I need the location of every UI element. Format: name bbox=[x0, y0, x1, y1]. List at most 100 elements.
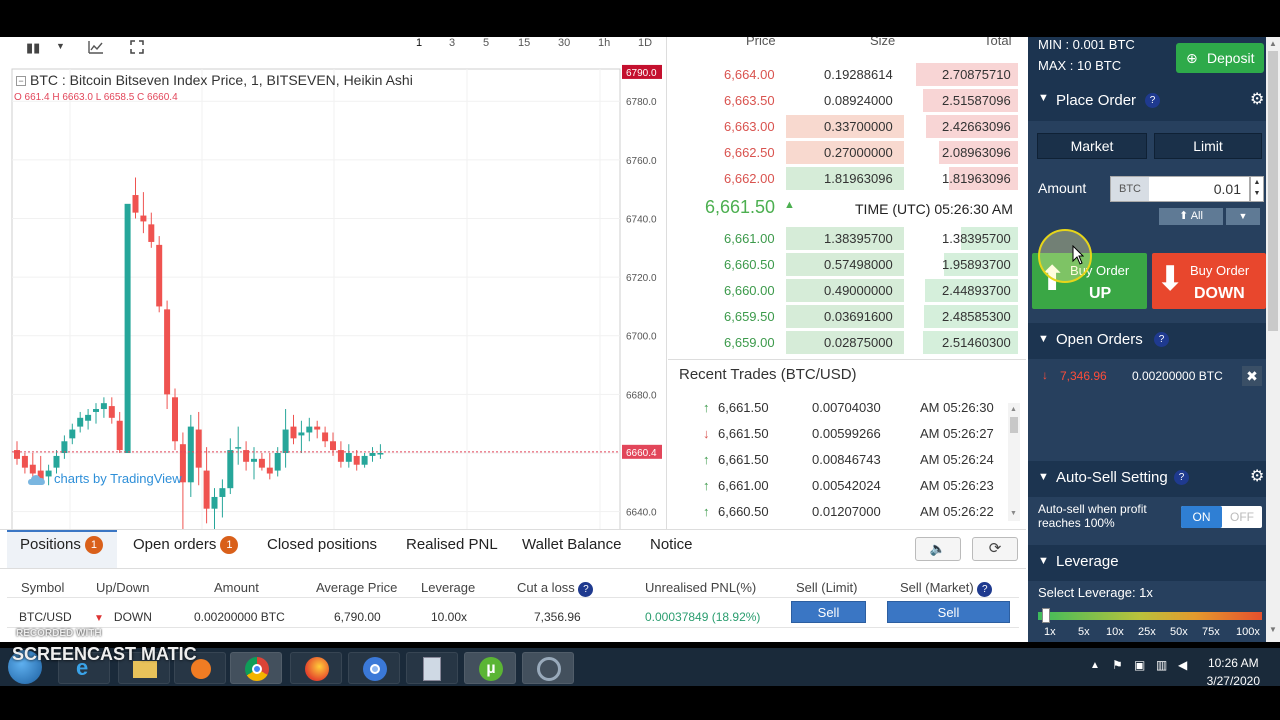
auto-sell-header[interactable]: ▼ Auto-Sell Setting ? ⚙ bbox=[1028, 461, 1266, 497]
ask-row[interactable]: 6,664.00 0.19288614 2.70875710 bbox=[668, 61, 1018, 87]
candle-body bbox=[298, 432, 305, 436]
tab-realised-pnl[interactable]: Realised PNL bbox=[406, 536, 498, 553]
ask-row[interactable]: 6,662.50 0.27000000 2.08963096 bbox=[668, 139, 1018, 165]
col-symbol: Symbol bbox=[21, 580, 65, 595]
leverage-tick[interactable]: 100x bbox=[1236, 626, 1260, 638]
tradingview-brand[interactable]: charts by TradingView bbox=[26, 471, 182, 486]
clock-time: 10:26 AM bbox=[1207, 656, 1259, 670]
bid-row[interactable]: 6,660.00 0.49000000 2.44893700 bbox=[668, 277, 1018, 303]
place-order-body: Market Limit Amount BTC 0.01 ▲ ▼ ⬆ All ▼ … bbox=[1028, 121, 1266, 323]
bid-row[interactable]: 6,659.50 0.03691600 2.48585300 bbox=[668, 303, 1018, 329]
candle-body bbox=[108, 406, 115, 418]
price-axis-label: 6720.0 bbox=[626, 273, 657, 284]
scroll-thumb[interactable] bbox=[1010, 417, 1018, 433]
refresh-button[interactable]: ⟳ bbox=[972, 537, 1018, 561]
chevron-down-icon: ▼ bbox=[1038, 92, 1049, 104]
leverage-tick[interactable]: 50x bbox=[1170, 626, 1188, 638]
candle-style-icon[interactable]: ▮▮ bbox=[26, 40, 40, 56]
timeframe-1d[interactable]: 1D bbox=[638, 37, 652, 49]
screencast-icon[interactable] bbox=[522, 652, 574, 684]
buy-down-button[interactable]: ⬇ Buy Order DOWN bbox=[1152, 253, 1266, 309]
ask-row[interactable]: 6,663.00 0.33700000 2.42663096 bbox=[668, 113, 1018, 139]
timeframe-3[interactable]: 3 bbox=[449, 37, 455, 49]
leverage-slider[interactable] bbox=[1038, 612, 1262, 620]
auto-sell-toggle[interactable]: ON OFF bbox=[1181, 506, 1262, 528]
network-icon[interactable]: ▥ bbox=[1156, 658, 1167, 672]
cloud-icon bbox=[28, 474, 45, 485]
chromium-icon[interactable] bbox=[348, 652, 400, 684]
sound-button[interactable]: 🔈 bbox=[915, 537, 961, 561]
gear-icon[interactable]: ⚙ bbox=[1250, 466, 1264, 486]
collapse-icon[interactable]: − bbox=[16, 76, 26, 86]
cell-symbol: BTC/USD bbox=[19, 610, 72, 624]
all-button[interactable]: ⬆ All bbox=[1159, 208, 1223, 225]
help-icon[interactable]: ? bbox=[1174, 470, 1189, 485]
chrome-icon[interactable] bbox=[230, 652, 282, 684]
deposit-label: Deposit bbox=[1207, 50, 1255, 66]
window-icon[interactable]: ▣ bbox=[1134, 658, 1145, 672]
deposit-button[interactable]: ⊕ Deposit bbox=[1176, 43, 1264, 73]
calculator-icon[interactable] bbox=[406, 652, 458, 684]
ask-row[interactable]: 6,663.50 0.08924000 2.51587096 bbox=[668, 87, 1018, 113]
toggle-on: ON bbox=[1181, 506, 1222, 528]
flag-icon[interactable]: ⚑ bbox=[1112, 658, 1123, 672]
tab-wallet-balance[interactable]: Wallet Balance bbox=[522, 536, 622, 553]
recent-trades-scrollbar[interactable]: ▲ ▼ bbox=[1008, 403, 1020, 521]
place-order-header[interactable]: ▼ Place Order ? ⚙ bbox=[1028, 83, 1266, 119]
trade-row: ↑ 6,661.00 0.00542024 AM 05:26:23 bbox=[668, 472, 1018, 498]
tab-open-orders[interactable]: Open orders 1 bbox=[133, 536, 239, 554]
amount-stepper[interactable]: ▲ ▼ bbox=[1250, 176, 1264, 202]
amount-dropdown[interactable]: ▼ bbox=[1226, 208, 1260, 225]
utorrent-icon[interactable]: µ bbox=[464, 652, 516, 684]
leverage-handle[interactable] bbox=[1042, 608, 1050, 623]
indicators-icon[interactable] bbox=[88, 40, 104, 57]
bid-row[interactable]: 6,660.50 0.57498000 1.95893700 bbox=[668, 251, 1018, 277]
bid-row[interactable]: 6,659.00 0.02875000 2.51460300 bbox=[668, 329, 1018, 355]
leverage-header[interactable]: ▼ Leverage bbox=[1028, 545, 1266, 581]
leverage-tick[interactable]: 25x bbox=[1138, 626, 1156, 638]
close-icon[interactable]: ✖ bbox=[1242, 366, 1262, 386]
leverage-tick[interactable]: 10x bbox=[1106, 626, 1124, 638]
ask-price: 6,662.50 bbox=[724, 145, 775, 160]
help-icon[interactable]: ? bbox=[1154, 332, 1169, 347]
sell-market-button[interactable]: Sell bbox=[887, 601, 1010, 623]
leverage-tick[interactable]: 1x bbox=[1044, 626, 1056, 638]
price-chart[interactable]: 6780.0 6760.0 6740.0 6720.0 6700.0 6680.0 6660… bbox=[0, 63, 667, 562]
gear-icon[interactable]: ⚙ bbox=[1250, 89, 1264, 109]
help-icon[interactable]: ? bbox=[578, 582, 594, 597]
limit-tab[interactable]: Limit bbox=[1154, 133, 1262, 159]
firefox-icon[interactable] bbox=[290, 652, 342, 684]
tab-notice[interactable]: Notice bbox=[650, 536, 693, 553]
market-tab[interactable]: Market bbox=[1037, 133, 1147, 159]
timeframe-1h[interactable]: 1h bbox=[598, 37, 610, 49]
candle-body bbox=[164, 309, 171, 395]
tab-positions[interactable]: Positions 1 bbox=[20, 536, 103, 554]
fullscreen-icon[interactable] bbox=[130, 40, 144, 57]
timeframe-15[interactable]: 15 bbox=[518, 37, 530, 49]
candle-body bbox=[369, 452, 376, 456]
bid-size: 0.02875000 bbox=[824, 335, 893, 350]
leverage-tick[interactable]: 5x bbox=[1078, 626, 1090, 638]
timeframe-30[interactable]: 30 bbox=[558, 37, 570, 49]
ask-row[interactable]: 6,662.00 1.81963096 1.81963096 bbox=[668, 165, 1018, 191]
ask-size: 1.81963096 bbox=[824, 171, 893, 186]
sell-limit-button[interactable]: Sell bbox=[791, 601, 866, 623]
page-scrollbar[interactable]: ▲ ▼ bbox=[1266, 37, 1280, 642]
page-scroll-thumb[interactable] bbox=[1268, 51, 1278, 331]
volume-icon[interactable]: ◀ bbox=[1178, 658, 1187, 672]
candle-body bbox=[251, 458, 257, 462]
tray-chevron-icon[interactable]: ▲ bbox=[1090, 660, 1100, 671]
leverage-tick[interactable]: 75x bbox=[1202, 626, 1220, 638]
amount-input[interactable]: BTC 0.01 bbox=[1110, 176, 1250, 202]
clock[interactable]: 10:26 AM 3/27/2020 bbox=[1207, 656, 1260, 688]
chevron-down-icon[interactable]: ▼ bbox=[56, 41, 65, 51]
timeframe-1[interactable]: 1 bbox=[416, 37, 422, 49]
timeframe-5[interactable]: 5 bbox=[483, 37, 489, 49]
help-icon[interactable]: ? bbox=[1145, 93, 1160, 108]
tab-closed-positions[interactable]: Closed positions bbox=[267, 536, 377, 553]
open-orders-header[interactable]: ▼ Open Orders ? bbox=[1028, 323, 1266, 359]
ask-total: 2.51587096 bbox=[942, 93, 1011, 108]
col-sell-market: Sell (Market) ? bbox=[900, 580, 993, 597]
help-icon[interactable]: ? bbox=[977, 582, 993, 597]
bid-row[interactable]: 6,661.00 1.38395700 1.38395700 bbox=[668, 225, 1018, 251]
